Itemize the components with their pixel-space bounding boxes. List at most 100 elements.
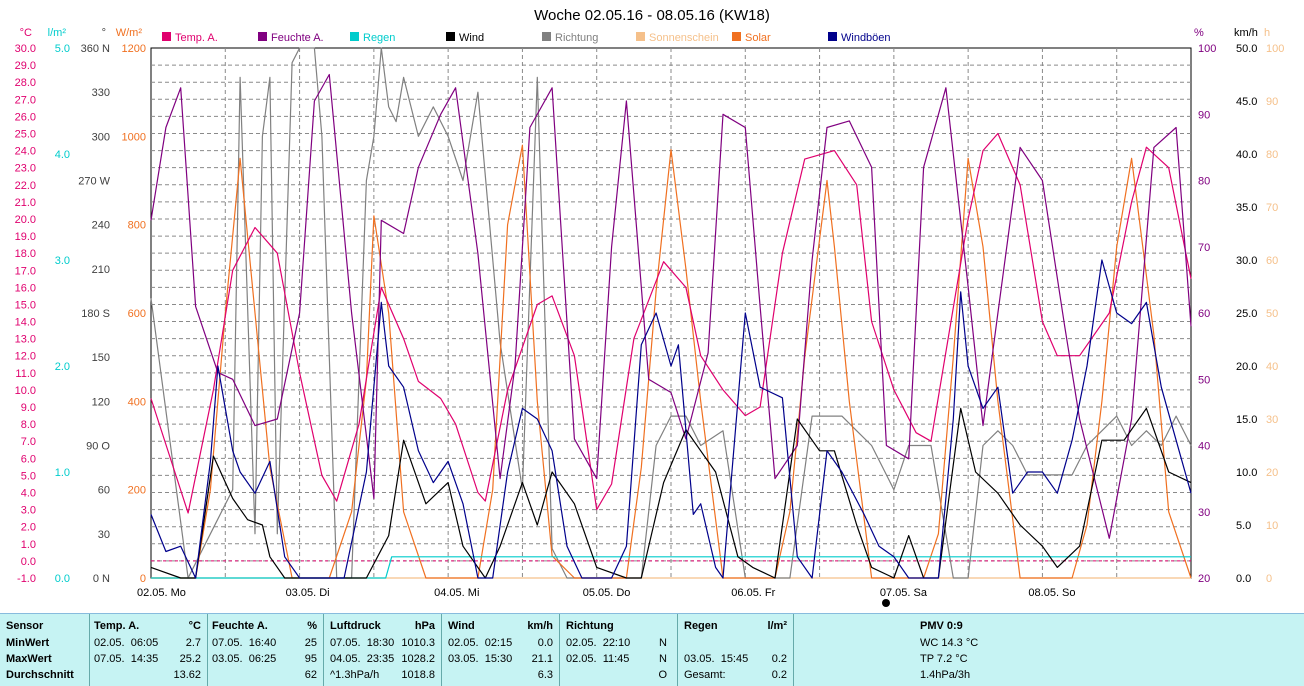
stats-richtung-max: N bbox=[659, 653, 667, 665]
axis-tick-left: 25.0 bbox=[15, 128, 36, 140]
axis-tick-left: 330 bbox=[92, 87, 110, 99]
axis-tick-left: 22.0 bbox=[15, 180, 36, 192]
stats-col-richtung: Richtung 02.05. 22:10 N 02.05. 11:45 N O bbox=[560, 614, 678, 686]
chart-title: Woche 02.05.16 - 08.05.16 (KW18) bbox=[534, 7, 770, 24]
stats-head-pmv: PMV 0:9 bbox=[920, 620, 963, 632]
weather-chart: Woche 02.05.16 - 08.05.16 (KW18) Temp. A… bbox=[15, 7, 1284, 607]
axis-tick-left: 60 bbox=[98, 485, 110, 497]
axis-tick-right: 80 bbox=[1198, 176, 1210, 188]
stats-head-richtung: Richtung bbox=[566, 620, 614, 632]
axis-tick-right: 50 bbox=[1266, 308, 1278, 320]
axis-tick-right: 90 bbox=[1198, 109, 1210, 121]
axis-tick-left: 300 bbox=[92, 131, 110, 143]
axis-unit-left: ° bbox=[102, 27, 106, 39]
axis-tick-left: 28.0 bbox=[15, 77, 36, 89]
legend-swatch bbox=[350, 32, 359, 41]
stats-richtung-max-time: 02.05. 11:45 bbox=[566, 653, 630, 665]
legend: Temp. A. Feuchte A. Regen Wind Richtung Sonne… bbox=[162, 32, 891, 44]
axis-tick-left: 24.0 bbox=[15, 146, 36, 158]
axis-tick-right: 40.0 bbox=[1236, 149, 1257, 161]
stats-wind-max: 21.1 bbox=[531, 653, 553, 665]
stats-regen-total-label: Gesamt: bbox=[684, 669, 726, 681]
stats-wind-min-time: 02.05. 02:15 bbox=[448, 637, 513, 649]
stats-head-feuchte: Feuchte A. bbox=[212, 620, 268, 632]
axis-tick-left: 10.0 bbox=[15, 385, 36, 397]
axis-tick-right: 20.0 bbox=[1236, 361, 1257, 373]
stats-feuchte-avg: 62 bbox=[304, 669, 317, 681]
axis-tick-right: 45.0 bbox=[1236, 96, 1257, 108]
axis-tick-left: 120 bbox=[92, 396, 110, 408]
axis-tick-left: 0 bbox=[140, 573, 146, 585]
legend-swatch bbox=[828, 32, 837, 41]
stats-wind-min: 0.0 bbox=[537, 637, 553, 649]
axis-tick-left: 90 O bbox=[86, 441, 110, 453]
axis-tick-left: 3.0 bbox=[55, 255, 70, 267]
stats-unit-luftdruck: hPa bbox=[414, 620, 435, 632]
axis-tick-left: 17.0 bbox=[15, 265, 36, 277]
axis-tick-right: 10.0 bbox=[1236, 467, 1257, 479]
stats-wind-max-time: 03.05. 15:30 bbox=[448, 653, 513, 665]
axis-tick-left: 1.0 bbox=[55, 467, 70, 479]
legend-swatch bbox=[162, 32, 171, 41]
axis-tick-right: 20 bbox=[1266, 467, 1278, 479]
stats-temp-max: 25.2 bbox=[179, 653, 201, 665]
moon-phase-icon bbox=[882, 599, 890, 607]
stats-temp-min: 2.7 bbox=[185, 637, 201, 649]
stats-head-sensor: Sensor bbox=[6, 620, 44, 632]
x-axis-label: 04.05. Mi bbox=[434, 587, 479, 599]
axis-tick-left: 3.0 bbox=[21, 505, 36, 517]
axis-tick-left: 19.0 bbox=[15, 231, 36, 243]
stats-label-max: MaxWert bbox=[6, 653, 52, 665]
stats-pmv-wc: WC 14.3 °C bbox=[920, 637, 979, 649]
axis-tick-left: 360 N bbox=[81, 43, 110, 55]
axis-tick-left: 0.0 bbox=[55, 573, 70, 585]
axis-tick-left: 240 bbox=[92, 220, 110, 232]
axis-tick-left: 18.0 bbox=[15, 248, 36, 260]
axis-tick-right: 30.0 bbox=[1236, 255, 1257, 267]
axis-tick-left: 14.0 bbox=[15, 317, 36, 329]
stats-feuchte-min: 25 bbox=[304, 637, 317, 649]
legend-item: Temp. A. bbox=[162, 32, 218, 44]
axis-tick-left: 600 bbox=[128, 308, 146, 320]
axis-tick-left: 5.0 bbox=[55, 43, 70, 55]
axis-tick-left: 8.0 bbox=[21, 419, 36, 431]
legend-item: Sonnenschein bbox=[636, 32, 719, 44]
stats-temp-avg: 13.62 bbox=[173, 669, 201, 681]
stats-head-regen: Regen bbox=[684, 620, 718, 632]
axis-tick-left: 7.0 bbox=[21, 436, 36, 448]
legend-item: Solar bbox=[732, 32, 771, 44]
axis-unit-left: °C bbox=[20, 27, 32, 39]
stats-unit-temp: °C bbox=[188, 620, 201, 632]
axis-tick-right: 35.0 bbox=[1236, 202, 1257, 214]
axis-unit-right: h bbox=[1264, 27, 1270, 39]
stats-feuchte-min-time: 07.05. 16:40 bbox=[212, 637, 277, 649]
axis-tick-right: 25.0 bbox=[1236, 308, 1257, 320]
axis-tick-left: 11.0 bbox=[15, 368, 36, 380]
axis-tick-left: 0 N bbox=[93, 573, 110, 585]
stats-feuchte-max: 95 bbox=[304, 653, 317, 665]
legend-label: Wind bbox=[459, 32, 484, 44]
x-axis-label: 03.05. Di bbox=[286, 587, 330, 599]
stats-luftdruck-min: 1010.3 bbox=[401, 637, 435, 649]
stats-pmv-tp: TP 7.2 °C bbox=[920, 653, 968, 665]
legend-label: Sonnenschein bbox=[649, 32, 719, 44]
axis-tick-left: 180 S bbox=[81, 308, 110, 320]
axis-tick-left: 21.0 bbox=[15, 197, 36, 209]
axis-tick-right: 60 bbox=[1266, 255, 1278, 267]
stats-luftdruck-min-time: 07.05. 18:30 bbox=[330, 637, 395, 649]
legend-swatch bbox=[542, 32, 551, 41]
legend-item: Feuchte A. bbox=[258, 32, 324, 44]
legend-item: Richtung bbox=[542, 32, 598, 44]
grid bbox=[151, 48, 1191, 578]
axis-tick-left: 9.0 bbox=[21, 402, 36, 414]
stats-regen-max-time: 03.05. 15:45 bbox=[684, 653, 749, 665]
axis-tick-left: 4.0 bbox=[21, 488, 36, 500]
axis-tick-left: 5.0 bbox=[21, 470, 36, 482]
stats-col-wind: Wind km/h 02.05. 02:15 0.0 03.05. 15:30 … bbox=[442, 614, 560, 686]
axis-tick-right: 20 bbox=[1198, 573, 1210, 585]
axis-tick-left: 800 bbox=[128, 220, 146, 232]
x-axis-label: 02.05. Mo bbox=[137, 587, 186, 599]
axis-unit-right: km/h bbox=[1234, 27, 1258, 39]
axis-tick-right: 30 bbox=[1198, 507, 1210, 519]
axis-tick-left: 1200 bbox=[122, 43, 146, 55]
